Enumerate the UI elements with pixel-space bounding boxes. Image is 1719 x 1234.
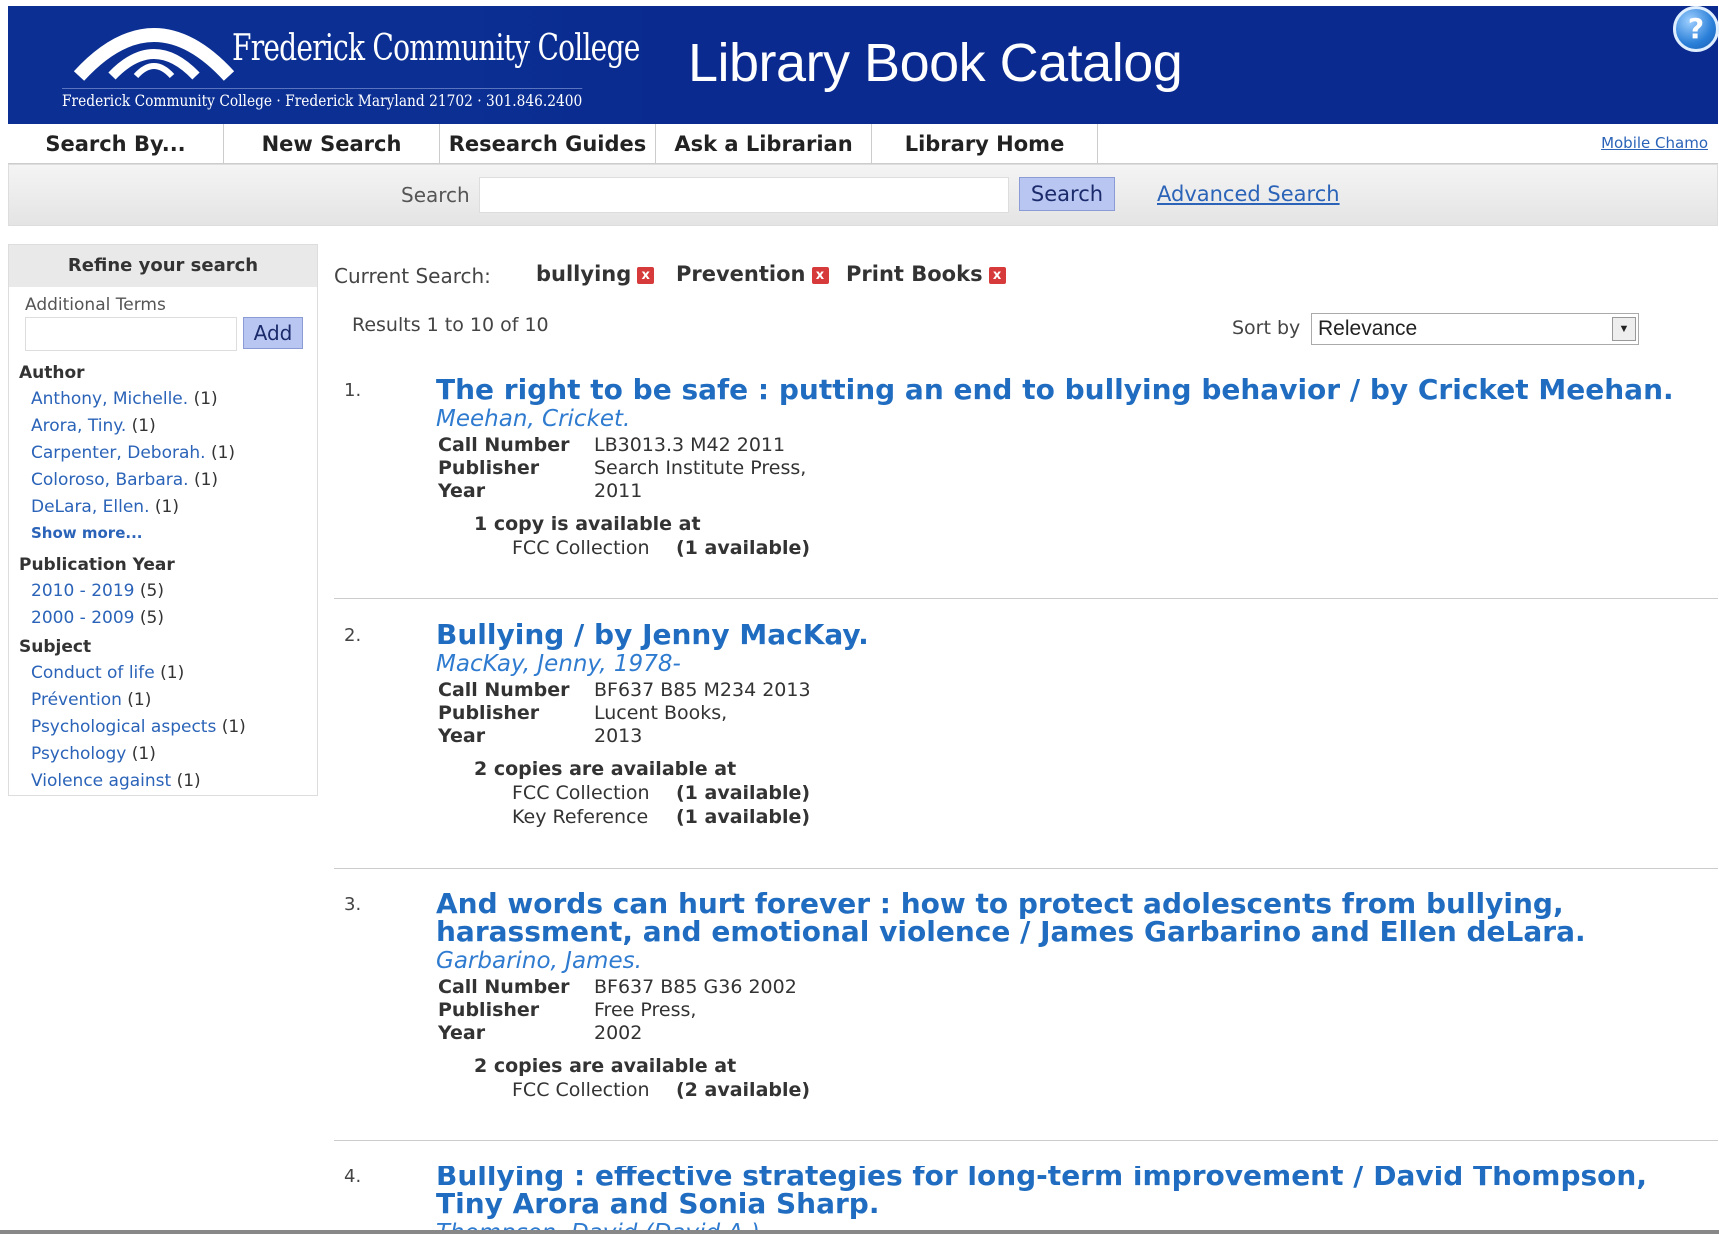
remove-chip-icon[interactable]: x xyxy=(811,266,829,284)
divider xyxy=(334,868,1718,869)
remove-chip-icon[interactable]: x xyxy=(637,266,655,284)
additional-terms-input[interactable] xyxy=(25,317,237,351)
college-logo[interactable]: Frederick Community College Frederick Co… xyxy=(8,6,666,124)
result-author-link[interactable]: Garbarino, James. xyxy=(436,948,642,974)
chip-label: bullying xyxy=(536,262,632,286)
facet-item[interactable]: Conduct of life (1) xyxy=(31,663,246,690)
result-title-link[interactable]: Bullying : effective strategies for long… xyxy=(436,1166,1706,1218)
result-metadata: Call Number LB3013.3 M42 2011 Publisher Se… xyxy=(438,434,807,502)
subject-facet: Subject Conduct of life (1) Prévention (… xyxy=(19,637,246,798)
result-author-link[interactable]: Meehan, Cricket. xyxy=(436,406,630,432)
results-count: Results 1 to 10 of 10 xyxy=(352,314,549,336)
chip-label: Print Books xyxy=(846,262,983,286)
college-name: Frederick Community College xyxy=(232,28,640,69)
mobile-chamo-link[interactable]: Mobile Chamo xyxy=(1601,134,1708,152)
result-number: 3. xyxy=(344,894,362,915)
holding-row: FCC Collection (1 available) xyxy=(512,537,811,559)
result-author-link[interactable]: MacKay, Jenny, 1978- xyxy=(436,651,681,677)
add-term-button[interactable]: Add xyxy=(243,317,303,349)
result-metadata: Call Number BF637 B85 G36 2002 Publisher F… xyxy=(438,976,797,1044)
sort-select[interactable]: Relevance ▼ xyxy=(1311,313,1639,345)
facet-title: Publication Year xyxy=(19,555,175,575)
nav-ask-librarian[interactable]: Ask a Librarian xyxy=(656,124,872,164)
site-header: Frederick Community College Frederick Co… xyxy=(8,6,1719,124)
window-bottom-edge xyxy=(0,1230,1719,1234)
college-address: Frederick Community College · Frederick … xyxy=(62,88,583,110)
show-more-authors-link[interactable]: Show more... xyxy=(31,524,235,554)
refine-sidebar: Refine your search Additional Terms Add … xyxy=(8,244,318,796)
remove-chip-icon[interactable]: x xyxy=(988,266,1006,284)
facet-item[interactable]: DeLara, Ellen. (1) xyxy=(31,497,235,524)
nav-search-by[interactable]: Search By... xyxy=(8,124,224,164)
search-label: Search xyxy=(401,183,470,207)
refine-title: Refine your search xyxy=(9,245,317,287)
search-button[interactable]: Search xyxy=(1019,177,1115,211)
facet-item[interactable]: 2000 - 2009 (5) xyxy=(31,608,175,635)
facet-title: Subject xyxy=(19,637,92,657)
facet-item[interactable]: Violence against (1) xyxy=(31,771,246,798)
holding-row: Key Reference (1 available) xyxy=(512,806,811,828)
facet-item[interactable]: Prévention (1) xyxy=(31,690,246,717)
current-search-label: Current Search: xyxy=(334,264,491,288)
advanced-search-link[interactable]: Advanced Search xyxy=(1157,182,1340,206)
holding-row: FCC Collection (1 available) xyxy=(512,782,811,804)
result-metadata: Call Number BF637 B85 M234 2013 Publisher… xyxy=(438,679,811,747)
result-record: 4. Bullying : effective strategies for l… xyxy=(334,1166,1718,1230)
result-author-link[interactable]: Thompson, David (David A.) xyxy=(436,1220,760,1230)
help-icon[interactable]: ? xyxy=(1673,6,1719,52)
page-title: Library Book Catalog xyxy=(688,33,1183,93)
facet-item[interactable]: Carpenter, Deborah. (1) xyxy=(31,443,235,470)
result-number: 2. xyxy=(344,625,362,646)
result-number: 4. xyxy=(344,1166,362,1187)
result-title-link[interactable]: Bullying / by Jenny MacKay. xyxy=(436,621,1706,649)
year-facet: Publication Year 2010 - 2019 (5) 2000 - … xyxy=(19,555,175,635)
search-input[interactable] xyxy=(479,177,1009,213)
facet-title: Author xyxy=(19,363,85,383)
result-title-link[interactable]: And words can hurt forever : how to prot… xyxy=(436,890,1706,946)
main-nav: Search By... New Search Research Guides … xyxy=(8,124,1718,196)
chip-label: Prevention xyxy=(676,262,806,286)
availability: 2 copies are available at FCC Collection… xyxy=(474,1055,811,1101)
divider xyxy=(334,598,1718,599)
nav-research-guides[interactable]: Research Guides xyxy=(440,124,656,164)
sort-label: Sort by xyxy=(1232,317,1301,339)
facet-item[interactable]: Arora, Tiny. (1) xyxy=(31,416,235,443)
nav-library-home[interactable]: Library Home Page xyxy=(872,124,1098,196)
search-chip: Prevention x xyxy=(676,262,829,286)
facet-item[interactable]: 2010 - 2019 (5) xyxy=(31,581,175,608)
search-bar: Search Search Advanced Search xyxy=(8,164,1718,226)
facet-item[interactable]: Coloroso, Barbara. (1) xyxy=(31,470,235,497)
nav-new-search[interactable]: New Search xyxy=(224,124,440,164)
facet-item[interactable]: Psychology (1) xyxy=(31,744,246,771)
sort-value: Relevance xyxy=(1318,317,1418,340)
availability: 2 copies are available at FCC Collection… xyxy=(474,758,811,828)
college-arc-logo-icon xyxy=(74,28,234,81)
facet-item[interactable]: Anthony, Michelle. (1) xyxy=(31,389,235,416)
dropdown-arrow-icon[interactable]: ▼ xyxy=(1612,317,1636,341)
holding-row: FCC Collection (2 available) xyxy=(512,1079,811,1101)
search-chip: bullying x xyxy=(536,262,655,286)
availability: 1 copy is available at FCC Collection (1 … xyxy=(474,513,811,559)
search-chip: Print Books x xyxy=(846,262,1006,286)
facet-item[interactable]: Psychological aspects (1) xyxy=(31,717,246,744)
author-facet: Author Anthony, Michelle. (1) Arora, Tin… xyxy=(19,363,235,554)
additional-terms-label: Additional Terms xyxy=(25,295,166,315)
result-number: 1. xyxy=(344,380,362,401)
result-title-link[interactable]: The right to be safe : putting an end to… xyxy=(436,376,1706,404)
divider xyxy=(334,1140,1718,1141)
